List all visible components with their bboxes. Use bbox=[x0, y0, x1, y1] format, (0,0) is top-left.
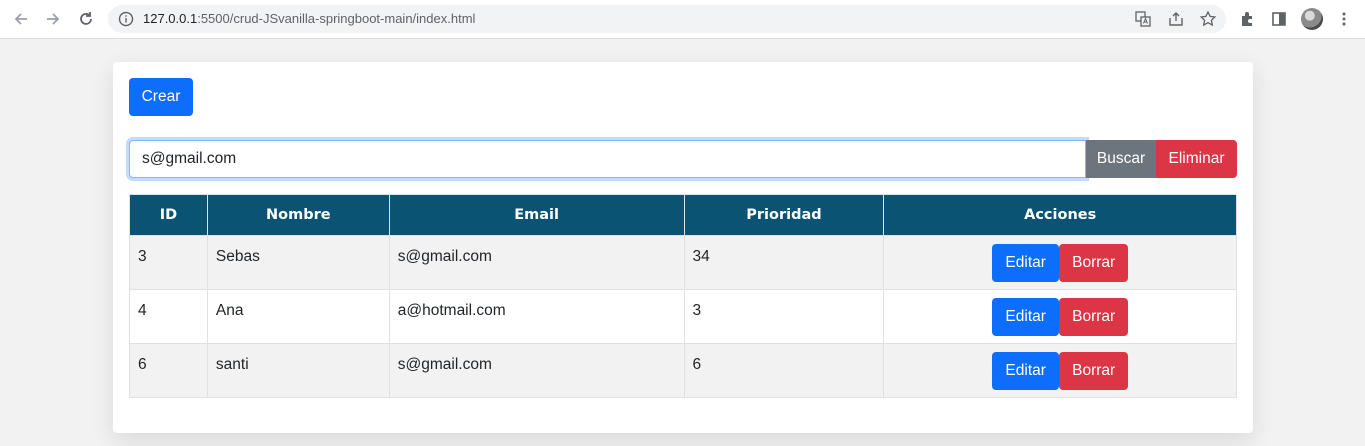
cell-email: a@hotmail.com bbox=[388, 289, 685, 344]
header-acciones: Acciones bbox=[883, 194, 1237, 236]
cell-id: 3 bbox=[129, 235, 208, 290]
create-button[interactable]: Crear bbox=[129, 78, 193, 116]
cell-prioridad: 3 bbox=[683, 289, 885, 344]
cell-actions: Editar Borrar bbox=[883, 289, 1237, 344]
edit-button[interactable]: Editar bbox=[992, 244, 1060, 282]
cell-prioridad: 6 bbox=[683, 343, 885, 398]
url-host: 127.0.0.1 bbox=[143, 11, 198, 26]
bookmark-star-icon[interactable] bbox=[1199, 10, 1217, 28]
cell-nombre: Sebas bbox=[206, 235, 390, 290]
site-info-icon[interactable] bbox=[117, 10, 135, 28]
remove-button[interactable]: Borrar bbox=[1059, 298, 1129, 336]
cell-prioridad: 34 bbox=[683, 235, 885, 290]
cell-actions: Editar Borrar bbox=[883, 343, 1237, 398]
more-menu-icon[interactable] bbox=[1335, 10, 1353, 28]
table-row: 6 santi s@gmail.com 6 Editar Borrar bbox=[129, 343, 1237, 398]
cell-actions: Editar Borrar bbox=[883, 235, 1237, 290]
profile-avatar[interactable] bbox=[1301, 8, 1323, 30]
cell-id: 4 bbox=[129, 289, 208, 344]
cell-email: s@gmail.com bbox=[388, 343, 685, 398]
translate-icon[interactable] bbox=[1134, 10, 1152, 28]
table-row: 3 Sebas s@gmail.com 34 Editar Borrar bbox=[129, 235, 1237, 290]
header-nombre: Nombre bbox=[206, 194, 390, 236]
cell-nombre: santi bbox=[206, 343, 390, 398]
table-header-row: ID Nombre Email Prioridad Acciones bbox=[129, 194, 1237, 236]
cell-email: s@gmail.com bbox=[388, 235, 685, 290]
search-button[interactable]: Buscar bbox=[1086, 140, 1156, 178]
remove-button[interactable]: Borrar bbox=[1059, 244, 1129, 282]
search-input[interactable] bbox=[129, 140, 1086, 178]
forward-arrow-icon[interactable] bbox=[44, 10, 62, 28]
edit-button[interactable]: Editar bbox=[992, 352, 1060, 390]
reload-icon[interactable] bbox=[77, 10, 95, 28]
browser-toolbar: 127.0.0.1:5500/crud-JSvanilla-springboot… bbox=[0, 0, 1365, 39]
back-arrow-icon[interactable] bbox=[12, 10, 30, 28]
side-panel-icon[interactable] bbox=[1270, 10, 1288, 28]
share-icon[interactable] bbox=[1167, 10, 1185, 28]
url-path: :5500/crud-JSvanilla-springboot-main/ind… bbox=[197, 11, 476, 26]
crud-card: Crear Buscar Eliminar ID Nombre Email Pr… bbox=[113, 62, 1253, 433]
users-table: ID Nombre Email Prioridad Acciones 3 Seb… bbox=[129, 194, 1237, 398]
header-email: Email bbox=[388, 194, 685, 236]
table-row: 4 Ana a@hotmail.com 3 Editar Borrar bbox=[129, 289, 1237, 344]
cell-id: 6 bbox=[129, 343, 208, 398]
delete-button[interactable]: Eliminar bbox=[1156, 140, 1237, 178]
header-prioridad: Prioridad bbox=[683, 194, 885, 236]
remove-button[interactable]: Borrar bbox=[1059, 352, 1129, 390]
extensions-icon[interactable] bbox=[1238, 10, 1256, 28]
address-bar[interactable]: 127.0.0.1:5500/crud-JSvanilla-springboot… bbox=[108, 5, 1226, 33]
url-text: 127.0.0.1:5500/crud-JSvanilla-springboot… bbox=[143, 11, 475, 26]
header-id: ID bbox=[129, 194, 208, 236]
cell-nombre: Ana bbox=[206, 289, 390, 344]
edit-button[interactable]: Editar bbox=[992, 298, 1060, 336]
